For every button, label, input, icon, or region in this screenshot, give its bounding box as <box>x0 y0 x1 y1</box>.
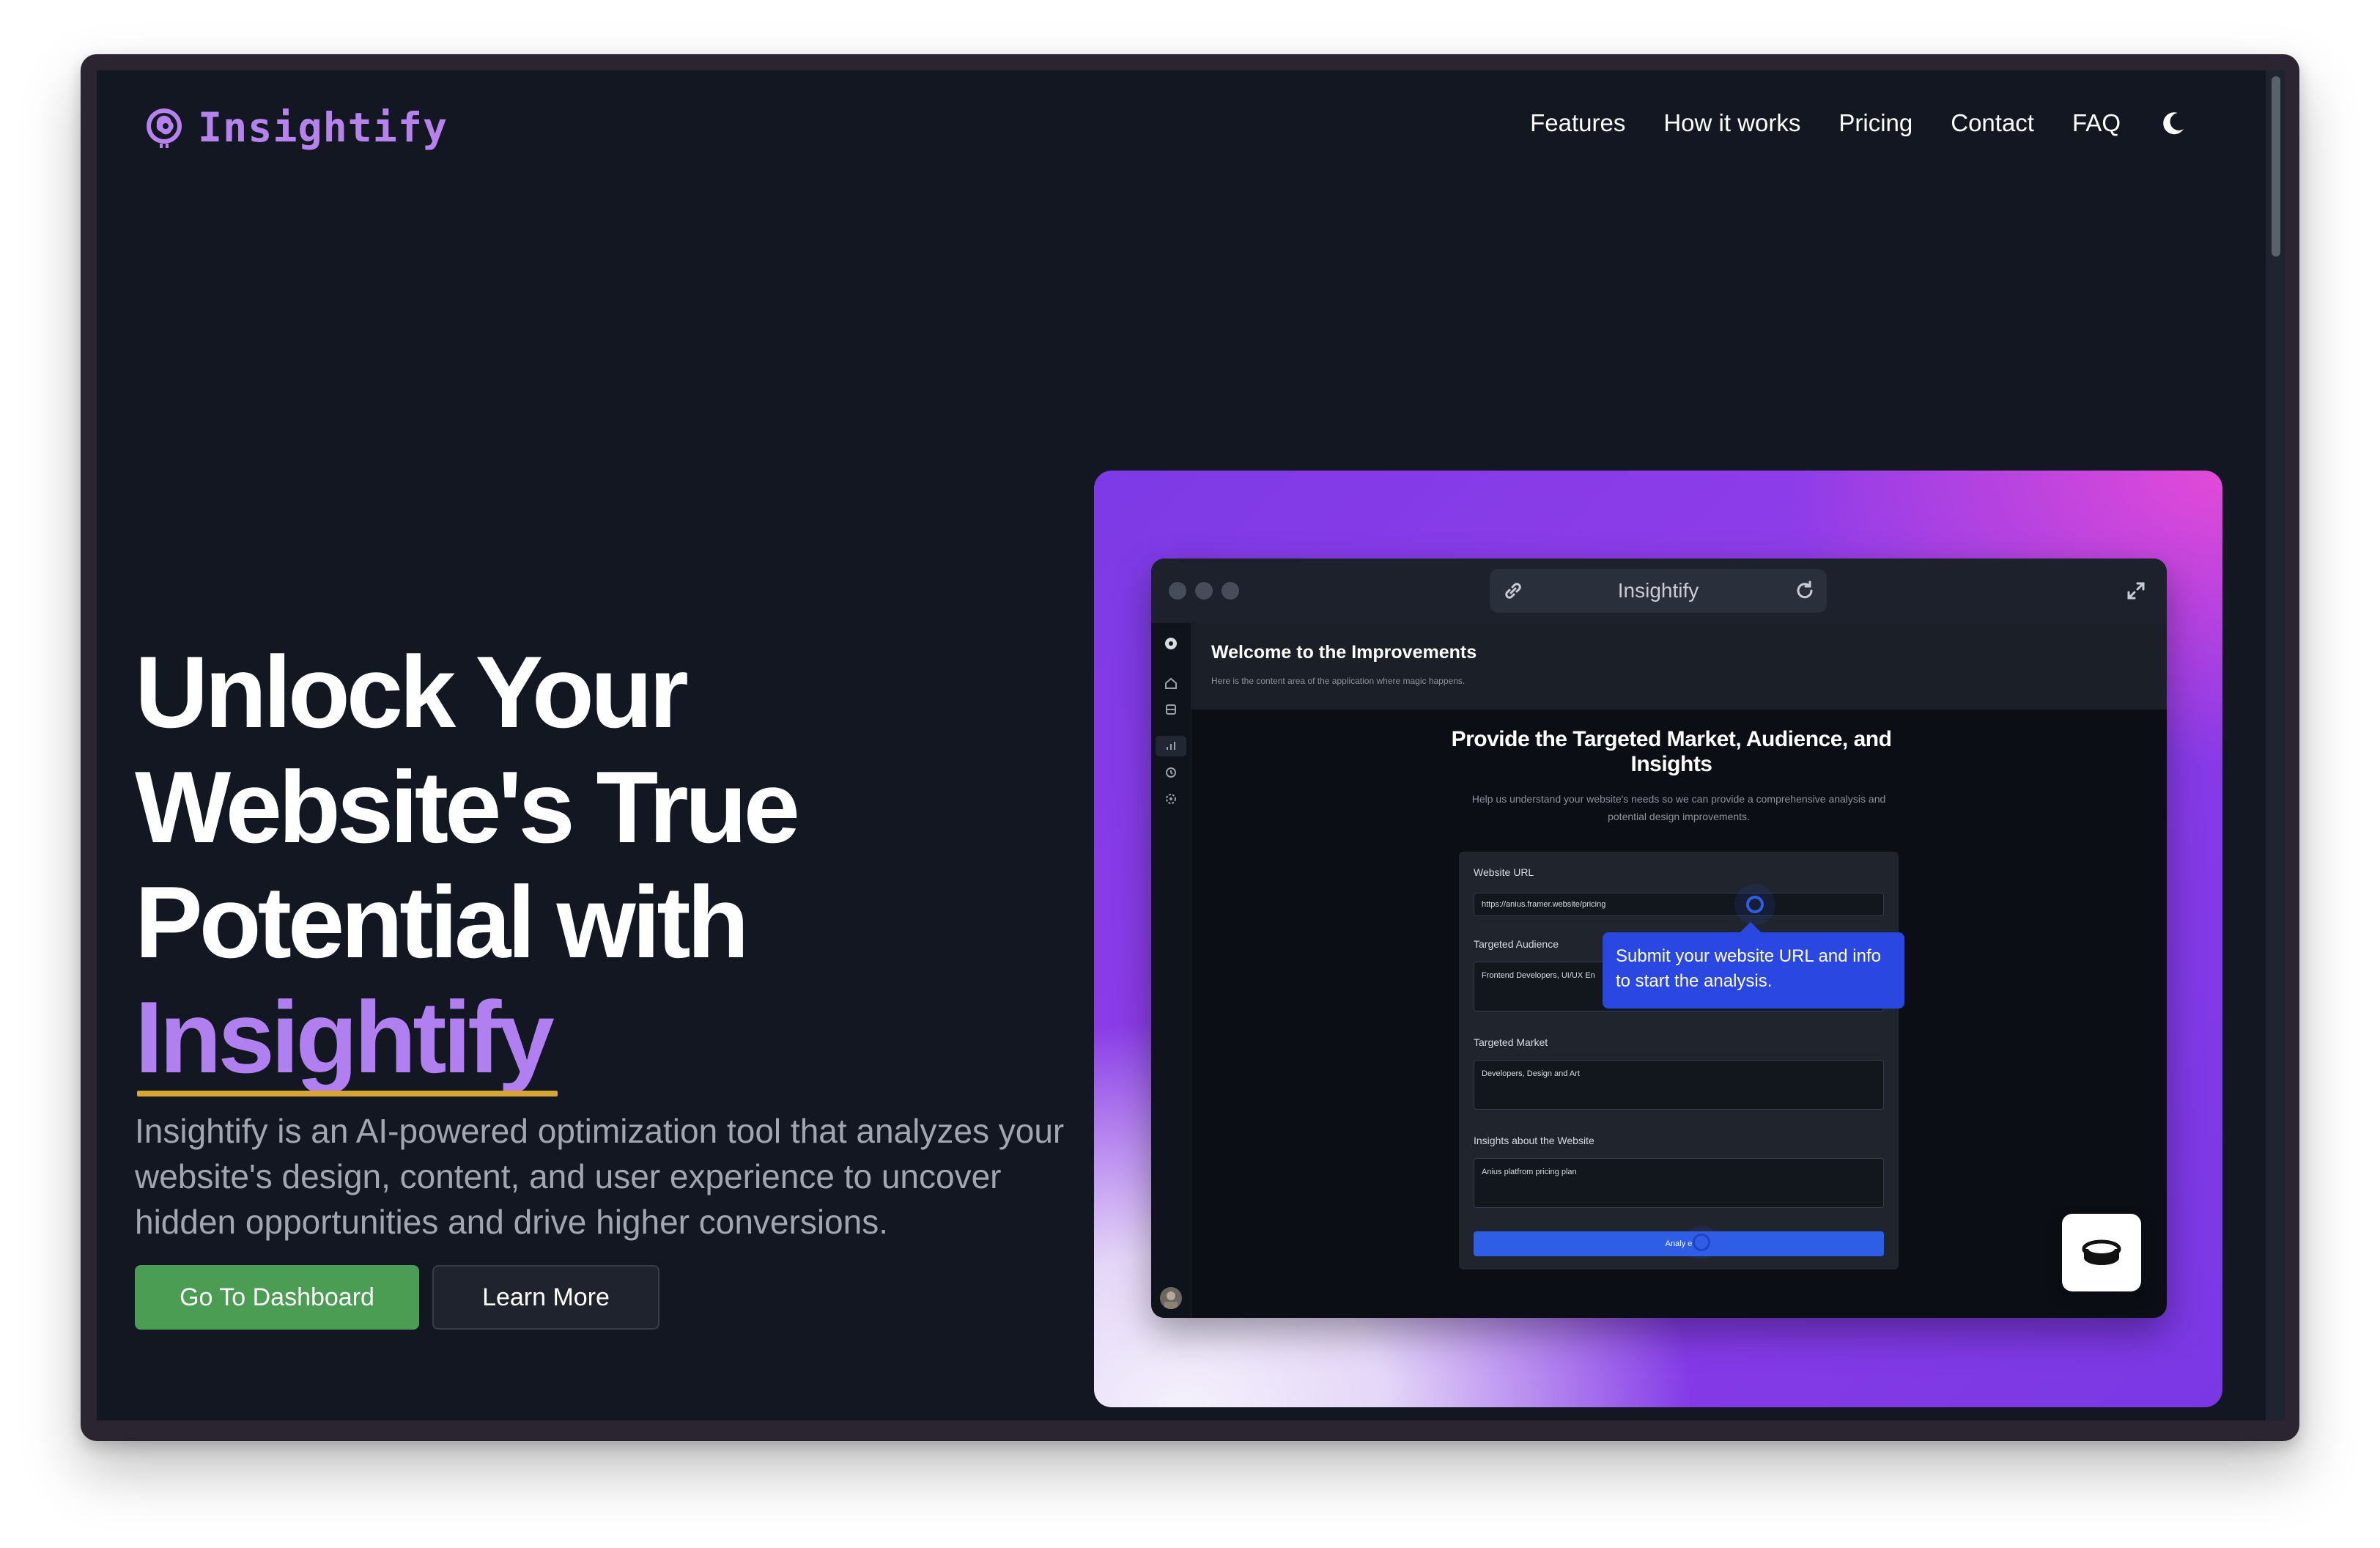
nav-link-pricing[interactable]: Pricing <box>1838 109 1912 137</box>
website-url-label: Website URL <box>1474 866 1534 878</box>
preview-sidebar <box>1151 623 1191 1318</box>
targeted-market-input[interactable]: Developers, Design and Art <box>1474 1060 1884 1110</box>
chat-widget-button[interactable] <box>2062 1214 2141 1291</box>
go-to-dashboard-button[interactable]: Go To Dashboard <box>135 1265 419 1330</box>
settings-icon <box>1166 794 1176 804</box>
brand-underline <box>137 1091 558 1096</box>
main-nav: Features How it works Pricing Contact FA… <box>1530 108 2188 138</box>
nav-link-contact[interactable]: Contact <box>1951 109 2034 137</box>
window-dot-minimize <box>1195 582 1213 600</box>
preview-titlebar: Insightify <box>1151 559 2167 623</box>
hero-title-line-2: Website's True <box>135 751 800 864</box>
database-icon <box>1166 704 1176 715</box>
scrollbar-thumb[interactable] <box>2272 76 2280 257</box>
window-dot-close <box>1169 582 1186 600</box>
nav-link-features[interactable]: Features <box>1530 109 1625 137</box>
user-avatar <box>1160 1287 1182 1309</box>
pulse-ring <box>1746 896 1764 913</box>
logo-text: Insightify <box>198 104 448 151</box>
hero-title-line-1: Unlock Your <box>135 635 689 749</box>
hero-title: Unlock Your Website's True Potential wit… <box>135 635 1058 1095</box>
onboarding-tooltip: Submit your website URL and info to star… <box>1603 921 1904 1009</box>
analysis-form: Website URL Targeted Audience Frontend D… <box>1459 852 1899 1269</box>
targeted-audience-label: Targeted Audience <box>1474 938 1559 950</box>
preview-url-bar: Insightify <box>1490 569 1827 613</box>
logo[interactable]: Insightify <box>141 104 448 151</box>
website-url-input[interactable] <box>1474 893 1884 916</box>
preview-header: Welcome to the Improvements Here is the … <box>1191 623 2167 710</box>
nav-link-how-it-works[interactable]: How it works <box>1663 109 1800 137</box>
nav-link-faq[interactable]: FAQ <box>2072 109 2121 137</box>
learn-more-button[interactable]: Learn More <box>432 1265 659 1330</box>
expand-icon <box>2127 582 2145 600</box>
preview-url-title: Insightify <box>1617 579 1699 602</box>
browser-window: Insightify Features How it works Pricing… <box>81 54 2299 1441</box>
app-preview-showcase: Insightify Welcome to the Improvements H… <box>1094 471 2222 1407</box>
preview-main-title: Provide the Targeted Market, Audience, a… <box>1451 727 1892 776</box>
database-stack-icon <box>2082 1239 2121 1265</box>
logo-icon <box>1165 638 1177 649</box>
hero-title-brand: Insightify <box>135 981 555 1094</box>
targeted-market-label: Targeted Market <box>1474 1036 1548 1048</box>
hero-title-line-3: Potential with <box>135 866 749 979</box>
insights-label: Insights about the Website <box>1474 1135 1594 1146</box>
tooltip-text: Submit your website URL and info to star… <box>1616 946 1881 991</box>
analyze-button[interactable]: Analy e <box>1474 1231 1884 1256</box>
brain-gear-icon <box>147 108 182 148</box>
hero-description: Insightify is an AI-powered optimization… <box>135 1112 1065 1241</box>
home-icon <box>1165 677 1177 689</box>
app-preview-window: Insightify Welcome to the Improvements H… <box>1151 559 2167 1318</box>
chart-icon <box>1167 742 1175 750</box>
landing-page: Insightify Features How it works Pricing… <box>97 70 2266 1420</box>
page-scrollbar[interactable] <box>2266 70 2285 1420</box>
history-icon <box>1166 767 1176 778</box>
reload-icon <box>1797 580 1813 599</box>
preview-main-subtitle: Help us understand your website's needs … <box>1471 793 1886 822</box>
preview-header-subtitle: Here is the content area of the applicat… <box>1211 676 1466 686</box>
pulse-ring-button <box>1693 1234 1710 1251</box>
preview-header-title: Welcome to the Improvements <box>1211 642 1477 663</box>
insights-input[interactable]: Anius platfrom pricing plan <box>1474 1158 1884 1208</box>
moon-icon[interactable] <box>2159 108 2188 138</box>
window-dot-maximize <box>1222 582 1239 600</box>
